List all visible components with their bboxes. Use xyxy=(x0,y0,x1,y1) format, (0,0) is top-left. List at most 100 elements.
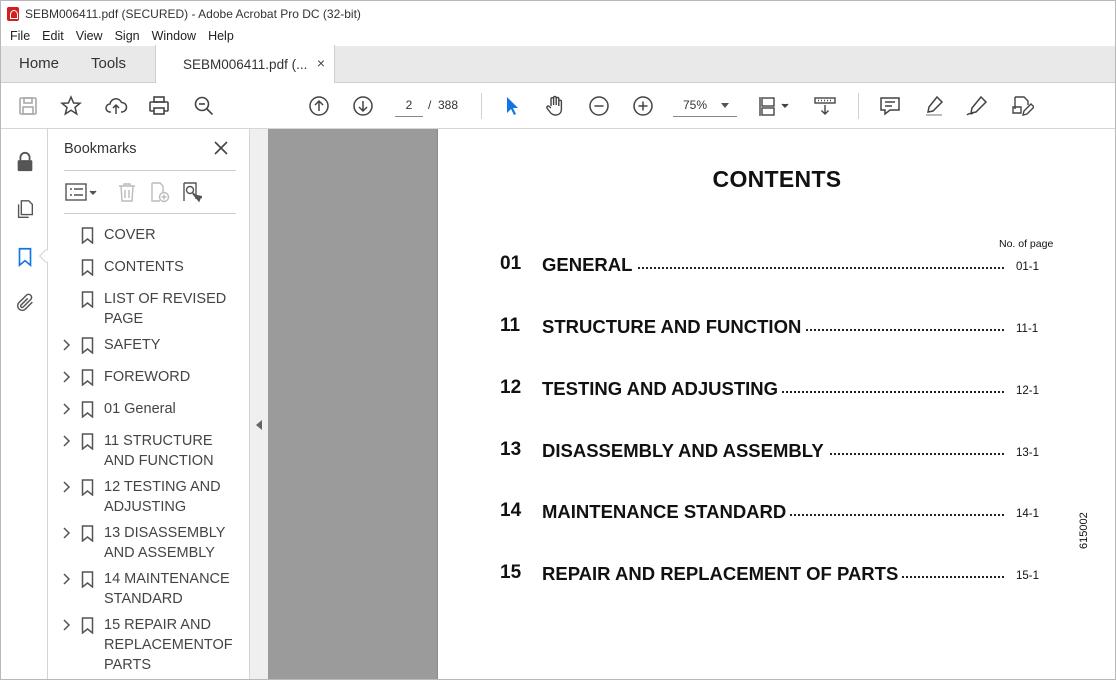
document-background xyxy=(268,129,437,679)
zoom-dropdown[interactable]: 75% xyxy=(673,93,737,117)
toc-entry: 13 DISASSEMBLY AND ASSEMBLY 13-1 xyxy=(500,439,1060,463)
no-of-page-label: No. of page xyxy=(999,238,1054,250)
select-cursor-icon[interactable] xyxy=(498,93,524,119)
bookmark-icon xyxy=(81,227,94,245)
bookmarks-divider xyxy=(64,213,236,214)
bookmarks-divider xyxy=(64,170,236,171)
chevron-right-icon[interactable] xyxy=(61,370,71,384)
zoom-value: 75% xyxy=(683,98,708,112)
new-bookmark-icon[interactable] xyxy=(146,179,172,205)
bookmark-icon xyxy=(81,433,94,451)
pdf-page: CONTENTS No. of page 01 GENERAL 01-1 11 … xyxy=(437,129,1115,679)
toc-entry: 12 TESTING AND ADJUSTING 12-1 xyxy=(500,377,1060,401)
toc-page: 14-1 xyxy=(1016,508,1040,520)
title-bar: SEBM006411.pdf (SECURED) - Adobe Acrobat… xyxy=(1,1,1115,26)
previous-page-icon[interactable] xyxy=(306,93,332,119)
toc-entry: 01 GENERAL 01-1 xyxy=(500,253,1060,277)
toc-title: DISASSEMBLY AND ASSEMBLY xyxy=(542,440,828,462)
lock-icon[interactable] xyxy=(12,149,38,175)
collapse-panel-icon[interactable] xyxy=(256,420,262,430)
bookmark-label: 11 STRUCTURE AND FUNCTION xyxy=(104,433,214,469)
tab-document-label: SEBM006411.pdf (... xyxy=(183,56,308,72)
save-icon[interactable] xyxy=(15,93,41,119)
bookmark-icon xyxy=(81,401,94,419)
bookmark-icon xyxy=(81,337,94,355)
page-title: CONTENTS xyxy=(712,166,842,192)
next-page-icon[interactable] xyxy=(350,93,376,119)
toc-page: 01-1 xyxy=(1016,261,1040,273)
menu-view[interactable]: View xyxy=(71,29,108,43)
bookmark-label: 14 MAINTENANCE STANDARD xyxy=(104,571,230,607)
bookmark-icon xyxy=(81,617,94,635)
bookmark-label: 13 DISASSEMBLY AND ASSEMBLY xyxy=(104,525,226,561)
bookmark-icon xyxy=(81,525,94,543)
page-thumbnails-icon[interactable] xyxy=(12,196,38,222)
toc-title: REPAIR AND REPLACEMENT OF PARTS xyxy=(542,563,903,585)
bookmark-label: 15 REPAIR AND REPLACEMENTOF PARTS xyxy=(104,617,233,673)
bookmark-label: CONTENTS xyxy=(104,259,184,275)
chevron-right-icon[interactable] xyxy=(61,480,71,494)
chevron-down-icon xyxy=(721,103,729,108)
bookmark-label: SAFETY xyxy=(104,337,161,353)
tab-document[interactable]: SEBM006411.pdf (... × xyxy=(155,45,335,83)
menu-sign[interactable]: Sign xyxy=(110,29,145,43)
bookmark-options-icon[interactable] xyxy=(64,179,100,205)
chevron-right-icon[interactable] xyxy=(61,338,71,352)
zoom-out-icon[interactable] xyxy=(586,93,612,119)
menu-help[interactable]: Help xyxy=(203,29,239,43)
toc-entry: 11 STRUCTURE AND FUNCTION 11-1 xyxy=(500,315,1060,339)
find-bookmark-icon[interactable] xyxy=(178,179,204,205)
toolbar-separator xyxy=(481,93,482,119)
scroll-mode-icon[interactable] xyxy=(812,93,838,119)
close-tab-icon[interactable]: × xyxy=(317,55,325,71)
page-number-input[interactable] xyxy=(395,93,423,117)
bookmarks-toolbar xyxy=(64,179,236,205)
toc-entry: 15 REPAIR AND REPLACEMENT OF PARTS 15-1 xyxy=(500,562,1060,586)
attachment-icon[interactable] xyxy=(12,290,38,316)
toc-title: TESTING AND ADJUSTING xyxy=(542,378,783,400)
zoom-in-icon[interactable] xyxy=(630,93,656,119)
toc-number: 01 xyxy=(500,253,522,274)
close-icon[interactable] xyxy=(212,139,230,157)
acrobat-window: SEBM006411.pdf (SECURED) - Adobe Acrobat… xyxy=(0,0,1116,680)
delete-bookmark-icon[interactable] xyxy=(114,179,140,205)
menu-file[interactable]: File xyxy=(5,29,35,43)
toc-page: 11-1 xyxy=(1016,323,1039,335)
chevron-right-icon[interactable] xyxy=(61,572,71,586)
toc-page: 13-1 xyxy=(1016,447,1040,459)
tab-home[interactable]: Home xyxy=(1,45,81,82)
bookmark-label: 12 TESTING AND ADJUSTING xyxy=(104,479,221,515)
toc-number: 14 xyxy=(500,500,522,521)
chevron-right-icon[interactable] xyxy=(61,526,71,540)
page-display-icon[interactable] xyxy=(756,93,792,119)
tab-tools[interactable]: Tools xyxy=(81,45,155,82)
document-code: 615002 xyxy=(1078,512,1090,549)
find-zoom-icon[interactable] xyxy=(191,93,217,119)
chevron-right-icon[interactable] xyxy=(61,434,71,448)
bookmark-icon xyxy=(81,291,94,309)
main-toolbar xyxy=(1,83,1115,129)
navigation-rail xyxy=(1,129,48,679)
toc-title: MAINTENANCE STANDARD xyxy=(542,501,791,523)
chevron-right-icon[interactable] xyxy=(61,618,71,632)
toc-entry: 14 MAINTENANCE STANDARD 14-1 xyxy=(500,500,1060,524)
chevron-right-icon[interactable] xyxy=(61,402,71,416)
bookmarks-panel: Bookmarks COVER CONTENTS LIST OF REVISED… xyxy=(48,129,249,679)
toc-number: 12 xyxy=(500,377,522,398)
menu-window[interactable]: Window xyxy=(147,29,201,43)
panel-splitter[interactable] xyxy=(249,129,268,679)
highlight-pen-icon[interactable] xyxy=(921,93,947,119)
bookmark-panel-icon[interactable] xyxy=(12,244,38,270)
menu-edit[interactable]: Edit xyxy=(37,29,69,43)
upload-cloud-icon[interactable] xyxy=(103,93,129,119)
toc-page: 12-1 xyxy=(1016,385,1040,397)
acrobat-logo-icon xyxy=(7,6,19,21)
hand-tool-icon[interactable] xyxy=(542,93,568,119)
bookmark-icon xyxy=(81,259,94,277)
comment-icon[interactable] xyxy=(877,93,903,119)
sign-pen-icon[interactable] xyxy=(964,93,990,119)
edit-pdf-icon[interactable] xyxy=(1009,93,1035,119)
toc-title: GENERAL xyxy=(542,254,637,276)
star-icon[interactable] xyxy=(58,93,84,119)
print-icon[interactable] xyxy=(146,93,172,119)
